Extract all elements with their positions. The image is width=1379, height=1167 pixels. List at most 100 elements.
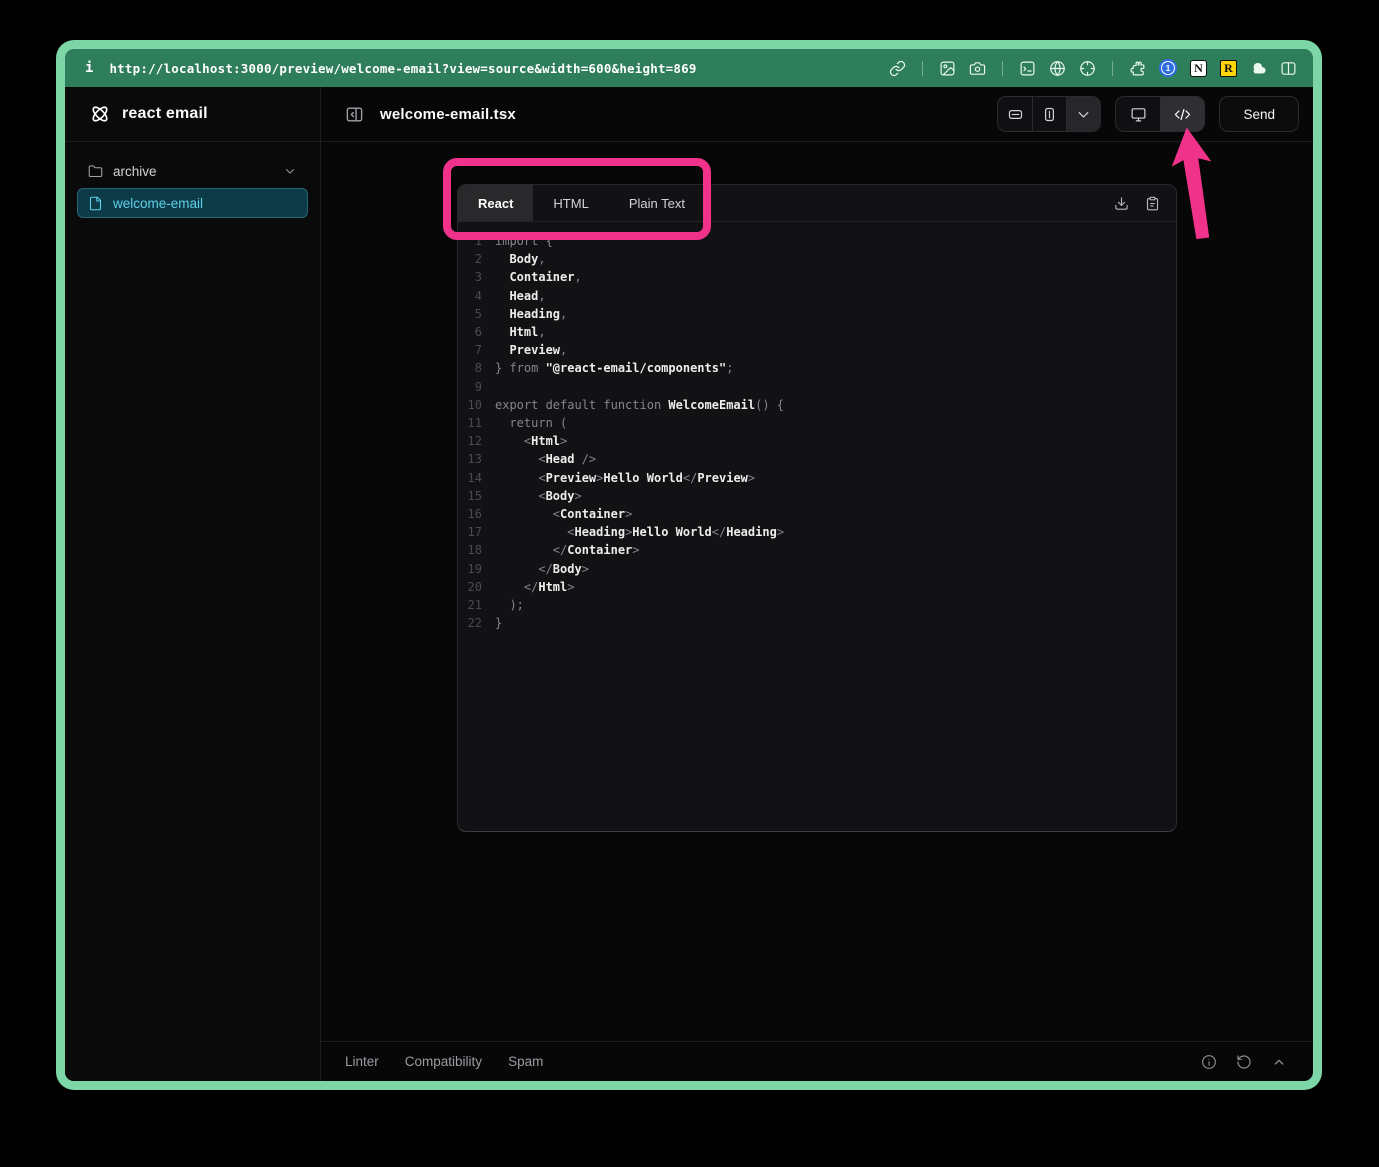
line-number: 17 <box>458 523 482 541</box>
tab-html[interactable]: HTML <box>533 185 608 221</box>
line-content: Heading, <box>495 305 567 323</box>
collapse-button[interactable] <box>1271 1054 1287 1070</box>
terminal-icon[interactable] <box>1019 60 1036 77</box>
line-number: 14 <box>458 469 482 487</box>
line-number: 12 <box>458 432 482 450</box>
rotate-ccw-icon <box>1236 1054 1252 1070</box>
crosshair-icon[interactable] <box>1079 60 1096 77</box>
line-number: 4 <box>458 287 482 305</box>
app-logo[interactable]: react email <box>65 87 320 142</box>
bottom-tab-spam[interactable]: Spam <box>508 1054 543 1069</box>
app-logo-label: react email <box>122 105 208 123</box>
line-number: 19 <box>458 560 482 578</box>
globe-icon[interactable] <box>1049 60 1066 77</box>
tab-plain-text[interactable]: Plain Text <box>609 185 705 221</box>
onepassword-icon[interactable]: 1 <box>1159 59 1177 77</box>
code-line: 8 } from "@react-email/components"; <box>458 359 1176 377</box>
info-button[interactable] <box>1201 1054 1217 1070</box>
line-number: 1 <box>458 232 482 250</box>
line-number: 11 <box>458 414 482 432</box>
main-header: welcome-email.tsx <box>321 87 1313 142</box>
line-content: <Heading>Hello World</Heading> <box>495 523 784 541</box>
copy-button[interactable] <box>1145 196 1160 211</box>
info-icon: i <box>85 60 93 76</box>
refresh-button[interactable] <box>1236 1054 1252 1070</box>
code-line: 6 Html, <box>458 323 1176 341</box>
download-button[interactable] <box>1114 196 1129 211</box>
code-editor[interactable]: 1import {2 Body,3 Container,4 Head,5 Hea… <box>458 222 1176 831</box>
code-icon <box>1174 106 1191 123</box>
line-content: Preview, <box>495 341 567 359</box>
main-panel: welcome-email.tsx <box>321 87 1313 1081</box>
line-content: Head, <box>495 287 546 305</box>
code-line: 14 <Preview>Hello World</Preview> <box>458 469 1176 487</box>
sidebar-toggle-button[interactable] <box>345 105 364 124</box>
folder-icon <box>88 164 103 179</box>
code-line: 15 <Body> <box>458 487 1176 505</box>
bottom-tab-linter[interactable]: Linter <box>345 1054 379 1069</box>
notion-icon[interactable]: N <box>1190 60 1207 77</box>
bottom-tab-compatibility[interactable]: Compatibility <box>405 1054 482 1069</box>
line-content: <Html> <box>495 432 567 450</box>
panel-left-icon <box>345 105 364 124</box>
code-line: 12 <Html> <box>458 432 1176 450</box>
viewport-size-controls <box>997 96 1101 132</box>
code-line: 3 Container, <box>458 268 1176 286</box>
viewport-height-icon <box>1041 106 1058 123</box>
line-content: } from "@react-email/components"; <box>495 359 733 377</box>
viewport-width-button[interactable] <box>998 97 1032 131</box>
line-content: </Container> <box>495 541 640 559</box>
line-content: return ( <box>495 414 567 432</box>
bottom-bar-actions <box>1201 1054 1287 1070</box>
send-button-label: Send <box>1243 107 1275 122</box>
code-panel: ReactHTMLPlain Text <box>457 184 1177 832</box>
preview-view-button[interactable] <box>1116 97 1160 131</box>
monitor-icon <box>1130 106 1147 123</box>
app-root: react email archive welcome-email welcome… <box>65 87 1313 1081</box>
page-title: welcome-email.tsx <box>380 106 516 123</box>
onepassword-badge-text: 1 <box>1161 61 1175 75</box>
link-icon[interactable] <box>889 60 906 77</box>
file-icon <box>88 196 103 211</box>
code-line: 10export default function WelcomeEmail()… <box>458 396 1176 414</box>
main-content: ReactHTMLPlain Text <box>321 142 1313 1041</box>
send-button[interactable]: Send <box>1219 96 1299 132</box>
code-line: 4 Head, <box>458 287 1176 305</box>
toolbar-separator <box>1002 61 1003 76</box>
code-line: 16 <Container> <box>458 505 1176 523</box>
line-number: 8 <box>458 359 482 377</box>
line-content: </Html> <box>495 578 575 596</box>
url-text[interactable]: http://localhost:3000/preview/welcome-em… <box>109 61 696 76</box>
browser-window: i http://localhost:3000/preview/welcome-… <box>56 40 1322 1090</box>
line-content: export default function WelcomeEmail() { <box>495 396 784 414</box>
camera-icon[interactable] <box>969 60 986 77</box>
line-content: Html, <box>495 323 546 341</box>
code-line: 21 ); <box>458 596 1176 614</box>
line-content: <Body> <box>495 487 582 505</box>
line-content: Container, <box>495 268 582 286</box>
chevron-down-icon[interactable] <box>283 164 297 178</box>
viewport-height-button[interactable] <box>1032 97 1066 131</box>
line-content: Body, <box>495 250 546 268</box>
browser-url-bar[interactable]: i http://localhost:3000/preview/welcome-… <box>65 49 1313 87</box>
puzzle-icon[interactable] <box>1129 60 1146 77</box>
code-tabs: ReactHTMLPlain Text <box>458 185 1176 222</box>
sidebar-item-label: welcome-email <box>113 196 203 211</box>
sidebar-item-archive[interactable]: archive <box>77 156 308 186</box>
code-line: 9 <box>458 378 1176 396</box>
react-email-logo-icon <box>89 103 111 125</box>
code-line: 13 <Head /> <box>458 450 1176 468</box>
tab-react[interactable]: React <box>458 185 533 221</box>
info-circle-icon <box>1201 1054 1217 1070</box>
line-number: 9 <box>458 378 482 396</box>
cloud-icon[interactable] <box>1250 60 1267 77</box>
header-actions: Send <box>997 96 1299 132</box>
sidebar-item-label: archive <box>113 164 157 179</box>
image-icon[interactable] <box>939 60 956 77</box>
viewport-dropdown-button[interactable] <box>1066 97 1100 131</box>
sidebar-item-welcome-email[interactable]: welcome-email <box>77 188 308 218</box>
source-view-button[interactable] <box>1160 97 1204 131</box>
code-line: 17 <Heading>Hello World</Heading> <box>458 523 1176 541</box>
split-view-icon[interactable] <box>1280 60 1297 77</box>
r-badge-icon[interactable]: R <box>1220 60 1237 77</box>
